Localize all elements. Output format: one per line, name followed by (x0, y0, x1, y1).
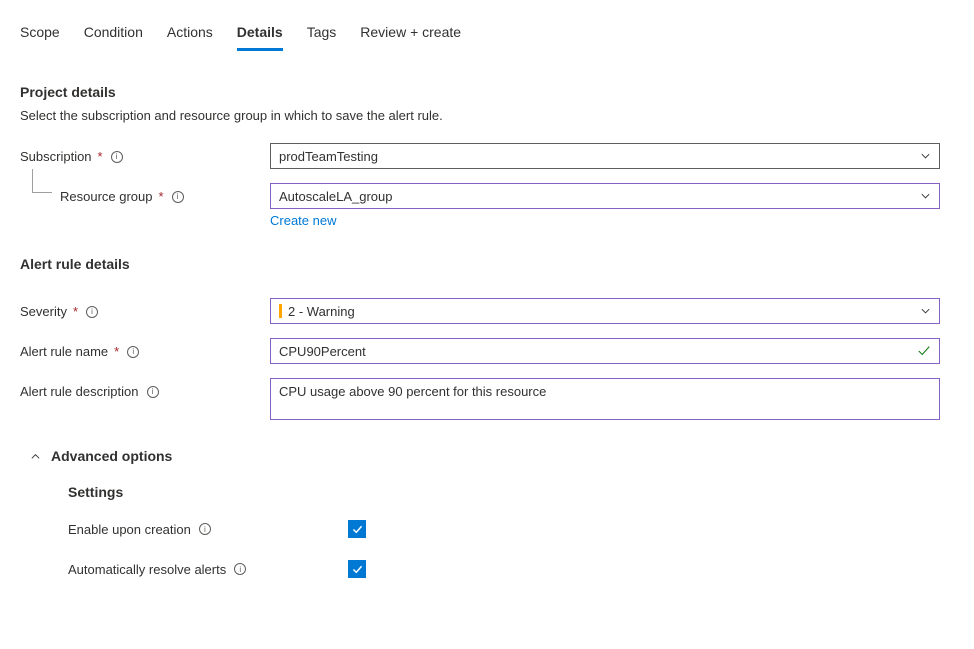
chevron-up-icon (30, 451, 41, 462)
info-icon[interactable]: i (127, 346, 139, 358)
chevron-down-icon (920, 151, 931, 162)
create-new-link[interactable]: Create new (270, 213, 336, 228)
tabs-bar: Scope Condition Actions Details Tags Rev… (20, 10, 954, 52)
auto-resolve-checkbox[interactable] (348, 560, 366, 578)
info-icon[interactable]: i (86, 306, 98, 318)
settings-title: Settings (68, 484, 954, 500)
required-asterisk: * (73, 304, 78, 319)
resource-group-select[interactable]: AutoscaleLA_group (270, 183, 940, 209)
advanced-options-title: Advanced options (51, 448, 172, 464)
alert-rule-desc-input[interactable]: CPU usage above 90 percent for this reso… (270, 378, 940, 420)
info-icon[interactable]: i (234, 563, 246, 575)
required-asterisk: * (114, 344, 119, 359)
subscription-select[interactable]: prodTeamTesting (270, 143, 940, 169)
project-details-desc: Select the subscription and resource gro… (20, 108, 954, 123)
alert-rule-name-input[interactable] (270, 338, 940, 364)
info-icon[interactable]: i (199, 523, 211, 535)
enable-upon-creation-label: Enable upon creation (68, 522, 191, 537)
enable-upon-creation-checkbox[interactable] (348, 520, 366, 538)
resource-group-value: AutoscaleLA_group (279, 189, 392, 204)
alert-rule-name-field[interactable] (279, 344, 911, 359)
severity-label: Severity (20, 304, 67, 319)
chevron-down-icon (920, 191, 931, 202)
advanced-options-toggle[interactable]: Advanced options (20, 448, 954, 464)
checkmark-icon (917, 344, 931, 358)
required-asterisk: * (98, 149, 103, 164)
resource-group-label: Resource group (60, 189, 153, 204)
severity-indicator (279, 304, 282, 318)
required-asterisk: * (159, 189, 164, 204)
tab-actions[interactable]: Actions (167, 20, 213, 51)
auto-resolve-label: Automatically resolve alerts (68, 562, 226, 577)
subscription-label: Subscription (20, 149, 92, 164)
chevron-down-icon (920, 306, 931, 317)
alert-rule-name-label: Alert rule name (20, 344, 108, 359)
alert-rule-desc-label: Alert rule description (20, 384, 139, 399)
project-details-header: Project details (20, 84, 954, 100)
indent-line (32, 169, 52, 193)
tab-tags[interactable]: Tags (307, 20, 337, 51)
info-icon[interactable]: i (172, 191, 184, 203)
info-icon[interactable]: i (147, 386, 159, 398)
tab-review-create[interactable]: Review + create (360, 20, 461, 51)
severity-value: 2 - Warning (288, 304, 355, 319)
alert-rule-desc-value: CPU usage above 90 percent for this reso… (279, 384, 546, 399)
tab-details[interactable]: Details (237, 20, 283, 51)
info-icon[interactable]: i (111, 151, 123, 163)
severity-select[interactable]: 2 - Warning (270, 298, 940, 324)
subscription-value: prodTeamTesting (279, 149, 378, 164)
tab-condition[interactable]: Condition (84, 20, 143, 51)
alert-rule-details-header: Alert rule details (20, 256, 954, 272)
tab-scope[interactable]: Scope (20, 20, 60, 51)
